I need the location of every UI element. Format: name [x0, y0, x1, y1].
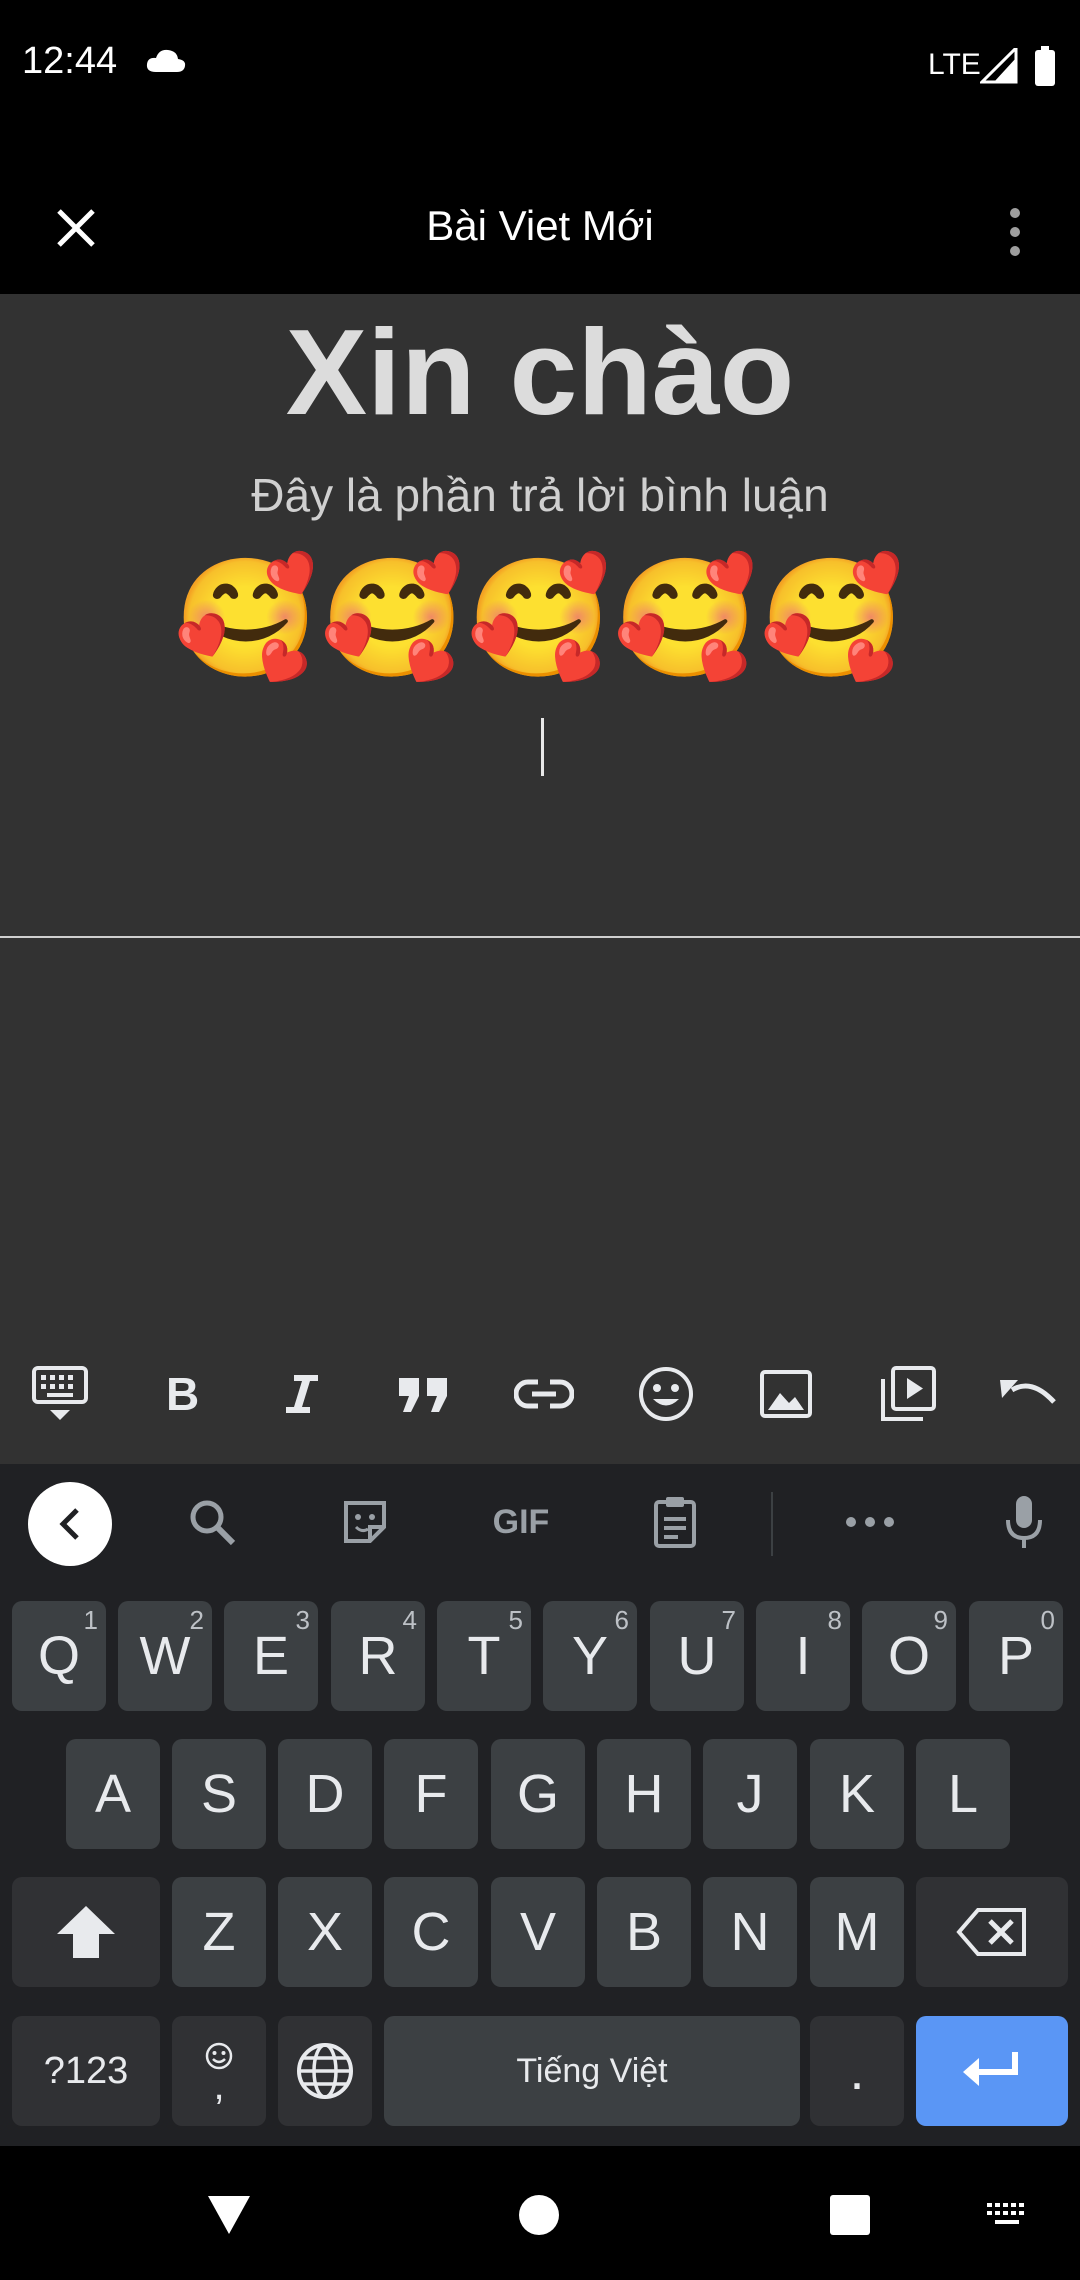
link-button[interactable]	[502, 1352, 586, 1436]
nav-home-button[interactable]	[504, 2180, 574, 2250]
shift-icon	[57, 1906, 115, 1958]
keyboard-back-button[interactable]	[28, 1482, 112, 1566]
key-r[interactable]: R4	[331, 1601, 425, 1711]
text-cursor	[541, 718, 544, 776]
space-key[interactable]: Tiếng Việt	[384, 2016, 800, 2126]
sticker-icon	[344, 1501, 386, 1543]
key-z[interactable]: Z	[172, 1877, 266, 1987]
mic-icon	[1006, 1496, 1042, 1548]
key-s[interactable]: S	[172, 1739, 266, 1849]
period-key[interactable]: .	[810, 2016, 904, 2126]
italic-icon	[286, 1375, 318, 1413]
more-icon	[846, 1517, 894, 1527]
key-m[interactable]: M	[810, 1877, 904, 1987]
key-y[interactable]: Y6	[543, 1601, 637, 1711]
keyboard-search-button[interactable]	[170, 1480, 254, 1564]
emoji-button[interactable]	[624, 1352, 708, 1436]
image-button[interactable]	[744, 1352, 828, 1436]
keyboard-switch-button[interactable]	[972, 2180, 1042, 2250]
clipboard-icon	[654, 1497, 696, 1548]
key-e[interactable]: E3	[224, 1601, 318, 1711]
video-icon	[881, 1366, 936, 1421]
more-vert-icon	[1010, 208, 1020, 256]
keyboard-gif-button[interactable]: GIF	[476, 1480, 566, 1564]
keyboard-toolbar-separator	[771, 1492, 773, 1556]
italic-button[interactable]	[260, 1352, 344, 1436]
key-o[interactable]: O9	[862, 1601, 956, 1711]
video-button[interactable]	[866, 1352, 950, 1436]
svg-text:B: B	[166, 1372, 199, 1416]
keyboard-more-button[interactable]	[828, 1480, 912, 1564]
home-circle-icon	[519, 2195, 559, 2235]
nav-back-button[interactable]	[194, 2180, 264, 2250]
key-l[interactable]: L	[916, 1739, 1010, 1849]
key-d[interactable]: D	[278, 1739, 372, 1849]
key-w[interactable]: W2	[118, 1601, 212, 1711]
key-x[interactable]: X	[278, 1877, 372, 1987]
search-icon	[190, 1500, 236, 1546]
symbols-key[interactable]: ?123	[12, 2016, 160, 2126]
key-v[interactable]: V	[491, 1877, 585, 1987]
quote-button[interactable]	[382, 1352, 466, 1436]
undo-icon	[1000, 1380, 1056, 1404]
back-icon	[59, 1508, 79, 1540]
keyboard-switch-icon	[987, 2203, 1024, 2224]
key-t[interactable]: T5	[437, 1601, 531, 1711]
image-icon	[760, 1370, 812, 1418]
comma-key[interactable]: ,	[172, 2016, 266, 2126]
key-b[interactable]: B	[597, 1877, 691, 1987]
back-triangle-icon	[208, 2196, 250, 2234]
globe-icon	[297, 2043, 353, 2099]
key-i[interactable]: I8	[756, 1601, 850, 1711]
more-options-button[interactable]	[992, 196, 1038, 268]
key-h[interactable]: H	[597, 1739, 691, 1849]
key-c[interactable]: C	[384, 1877, 478, 1987]
emoji-row[interactable]: 🥰🥰🥰🥰🥰	[0, 548, 1080, 688]
undo-button[interactable]	[986, 1352, 1070, 1436]
enter-key[interactable]	[916, 2016, 1068, 2126]
key-g[interactable]: G	[491, 1739, 585, 1849]
cloud-icon	[146, 49, 186, 72]
editor-divider	[0, 936, 1080, 938]
key-a[interactable]: A	[66, 1739, 160, 1849]
keyboard-hide-icon	[32, 1366, 88, 1420]
network-type: LTE	[928, 48, 981, 81]
shift-key[interactable]	[12, 1877, 160, 1987]
language-key[interactable]	[278, 2016, 372, 2126]
keyboard-sticker-button[interactable]	[323, 1480, 407, 1564]
key-q[interactable]: Q1	[12, 1601, 106, 1711]
emoji-icon	[639, 1367, 693, 1421]
signal-icon	[980, 48, 1018, 84]
quote-icon	[399, 1378, 447, 1412]
key-n[interactable]: N	[703, 1877, 797, 1987]
battery-icon	[1035, 46, 1055, 86]
key-u[interactable]: U7	[650, 1601, 744, 1711]
page-title: Bài Viet Mới	[426, 202, 654, 249]
backspace-icon	[956, 1908, 1026, 1956]
keyboard-mic-button[interactable]	[982, 1480, 1066, 1564]
key-f[interactable]: F	[384, 1739, 478, 1849]
bold-icon: B	[166, 1372, 199, 1416]
key-j[interactable]: J	[703, 1739, 797, 1849]
hide-keyboard-button[interactable]	[18, 1352, 102, 1436]
status-time: 12:44	[22, 40, 118, 82]
post-body-text[interactable]: Đây là phần trả lời bình luận	[0, 468, 1080, 522]
key-p[interactable]: P0	[969, 1601, 1063, 1711]
recents-square-icon	[830, 2195, 870, 2235]
post-headline[interactable]: Xin chào	[0, 302, 1080, 442]
keyboard-clipboard-button[interactable]	[633, 1480, 717, 1564]
link-icon	[514, 1379, 574, 1409]
enter-icon	[963, 2052, 1018, 2086]
key-k[interactable]: K	[810, 1739, 904, 1849]
nav-recents-button[interactable]	[815, 2180, 885, 2250]
bold-button[interactable]: B	[140, 1352, 224, 1436]
backspace-key[interactable]	[916, 1877, 1068, 1987]
